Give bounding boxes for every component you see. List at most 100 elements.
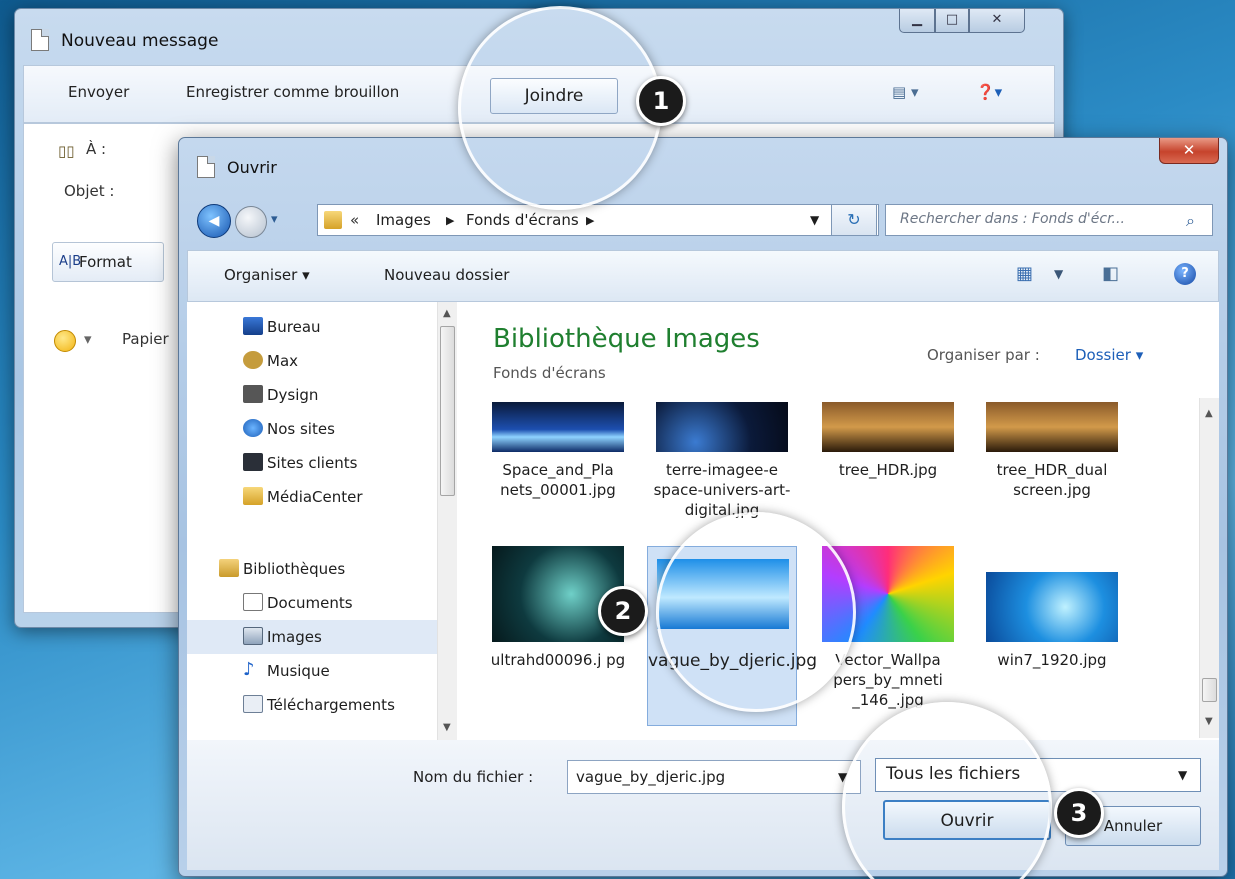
search-input[interactable]: Rechercher dans : Fonds d'écr... ⌕ (885, 204, 1213, 236)
file-name: tree_HDR.jpg (838, 461, 938, 479)
nav-item-images[interactable]: Images (187, 620, 437, 654)
file-tile[interactable]: Space_and_Pla nets_00001.jpg (483, 402, 633, 532)
file-tile[interactable]: tree_HDR_dual screen.jpg (977, 402, 1127, 532)
nav-item-mediacenter[interactable]: MédiaCenter (187, 480, 437, 514)
library-icon (219, 559, 239, 577)
filetype-dropdown-icon[interactable]: ▼ (1178, 768, 1187, 782)
refresh-button[interactable]: ↻ (831, 204, 877, 236)
navigation-pane: Bureau Max Dysign Nos sites Sites client… (187, 302, 457, 740)
nav-item-desktop[interactable]: Bureau (187, 310, 437, 344)
close-button[interactable]: ✕ (969, 9, 1025, 33)
close-button[interactable]: ✕ (1159, 138, 1219, 164)
search-placeholder: Rechercher dans : Fonds d'écr... (900, 211, 1125, 227)
dialog-title: Ouvrir (227, 158, 277, 177)
help-icon[interactable]: ? (1174, 263, 1196, 285)
back-button[interactable]: ◀ (197, 204, 231, 238)
step-badge: 1 (636, 76, 686, 126)
breadcrumb-overflow-icon[interactable]: « (350, 211, 359, 229)
filename-value: vague_by_djeric.jpg (576, 768, 726, 786)
filename-input[interactable]: vague_by_djeric.jpg ▼ (567, 760, 861, 794)
open-file-dialog: Ouvrir ✕ ◀ ▾ « Images ▶ Fonds d'écrans ▶… (178, 137, 1228, 877)
magnifier-lens (458, 6, 662, 210)
file-tile[interactable]: tree_HDR.jpg (813, 402, 963, 532)
file-tile[interactable]: terre-imagee-e space-univers-art-digital… (647, 402, 797, 532)
history-dropdown-icon[interactable]: ▾ (271, 212, 278, 227)
nav-item-music[interactable]: ♪ Musique (187, 654, 437, 688)
scroll-down-icon[interactable]: ▼ (1205, 716, 1213, 727)
scroll-up-icon[interactable]: ▲ (1205, 408, 1213, 419)
format-label: Format (79, 253, 132, 271)
view-dropdown-icon[interactable]: ▼ (1054, 267, 1063, 281)
send-button[interactable]: Envoyer (68, 83, 129, 101)
file-tile[interactable]: win7_1920.jpg (977, 546, 1127, 726)
folder-icon (324, 211, 342, 229)
preview-pane-icon[interactable]: ◧ (1102, 263, 1119, 284)
step-badge: 3 (1054, 788, 1104, 838)
address-dropdown-icon[interactable]: ▼ (810, 213, 819, 227)
arrange-by-dropdown[interactable]: Dossier ▾ (1075, 346, 1143, 364)
nav-item-user[interactable]: Max (187, 344, 437, 378)
file-thumbnail (822, 402, 954, 452)
breadcrumb-separator-icon[interactable]: ▶ (446, 214, 454, 227)
search-icon: ⌕ (1186, 211, 1195, 230)
new-folder-button[interactable]: Nouveau dossier (384, 266, 509, 284)
nav-label: Bibliothèques (243, 560, 346, 578)
maximize-button[interactable]: □ (935, 9, 969, 33)
music-icon: ♪ (243, 659, 255, 680)
file-tile[interactable]: ultrahd00096.j pg (483, 546, 633, 726)
nav-item-documents[interactable]: Documents (187, 586, 437, 620)
emoticon-dropdown-icon[interactable]: ▾ (84, 330, 92, 348)
nav-label: MédiaCenter (267, 488, 363, 506)
folder-icon (243, 385, 263, 403)
scroll-thumb[interactable] (440, 326, 455, 496)
save-draft-button[interactable]: Enregistrer comme brouillon (186, 83, 399, 101)
download-icon (243, 695, 263, 713)
file-thumbnail (986, 572, 1118, 642)
desktop-icon (243, 317, 263, 335)
scroll-up-icon[interactable]: ▲ (443, 308, 451, 319)
address-book-icon[interactable]: ▯▯ (58, 142, 75, 160)
forward-button[interactable] (235, 206, 267, 238)
content-scrollbar[interactable]: ▲ ▼ (1199, 398, 1219, 738)
nav-item-our-sites[interactable]: Nos sites (187, 412, 437, 446)
nav-label: Sites clients (267, 454, 358, 472)
file-view: Bibliothèque Images Fonds d'écrans Organ… (457, 302, 1219, 740)
help-icon[interactable]: ❓▾ (976, 83, 1002, 101)
arrange-by-label: Organiser par : (927, 346, 1040, 364)
nav-item-dysign[interactable]: Dysign (187, 378, 437, 412)
view-options-icon[interactable]: ▦ (1016, 263, 1033, 284)
folder-icon (243, 487, 263, 505)
file-thumbnail (492, 402, 624, 452)
breadcrumb-wallpapers[interactable]: Fonds d'écrans (466, 211, 579, 229)
breadcrumb-images[interactable]: Images (376, 211, 431, 229)
window-title: Nouveau message (61, 31, 219, 51)
address-bar[interactable]: « Images ▶ Fonds d'écrans ▶ ▼ (317, 204, 879, 236)
file-thumbnail (986, 402, 1118, 452)
nav-label: Images (267, 628, 322, 646)
organize-button[interactable]: Organiser ▾ (224, 266, 310, 284)
stationery-button[interactable]: Papier (122, 330, 169, 348)
file-thumbnail (656, 402, 788, 452)
nav-item-client-sites[interactable]: Sites clients (187, 446, 437, 480)
nav-label: Bureau (267, 318, 321, 336)
nav-item-downloads[interactable]: Téléchargements (187, 688, 437, 722)
nav-label: Nos sites (267, 420, 335, 438)
document-icon (197, 156, 215, 178)
minimize-button[interactable]: ▁ (899, 9, 935, 33)
step-badge: 2 (598, 586, 648, 636)
magnifier-lens (656, 512, 856, 712)
nav-scrollbar[interactable]: ▲ ▼ (437, 302, 457, 740)
breadcrumb-separator-icon[interactable]: ▶ (586, 214, 594, 227)
subject-label: Objet : (64, 182, 115, 200)
layout-menu-icon[interactable]: ▤ ▾ (892, 83, 918, 101)
scroll-down-icon[interactable]: ▼ (443, 722, 451, 733)
scroll-thumb[interactable] (1202, 678, 1217, 702)
nav-item-libraries[interactable]: Bibliothèques (187, 552, 437, 586)
file-name: tree_HDR_dual screen.jpg (996, 461, 1108, 499)
command-bar: Organiser ▾ Nouveau dossier ▦ ▼ ◧ ? (187, 250, 1219, 302)
filename-label: Nom du fichier : (413, 768, 534, 786)
format-icon: A|B (59, 254, 82, 269)
images-icon (243, 627, 263, 645)
emoticon-icon[interactable] (54, 330, 76, 352)
format-button[interactable]: A|B Format (52, 242, 164, 282)
